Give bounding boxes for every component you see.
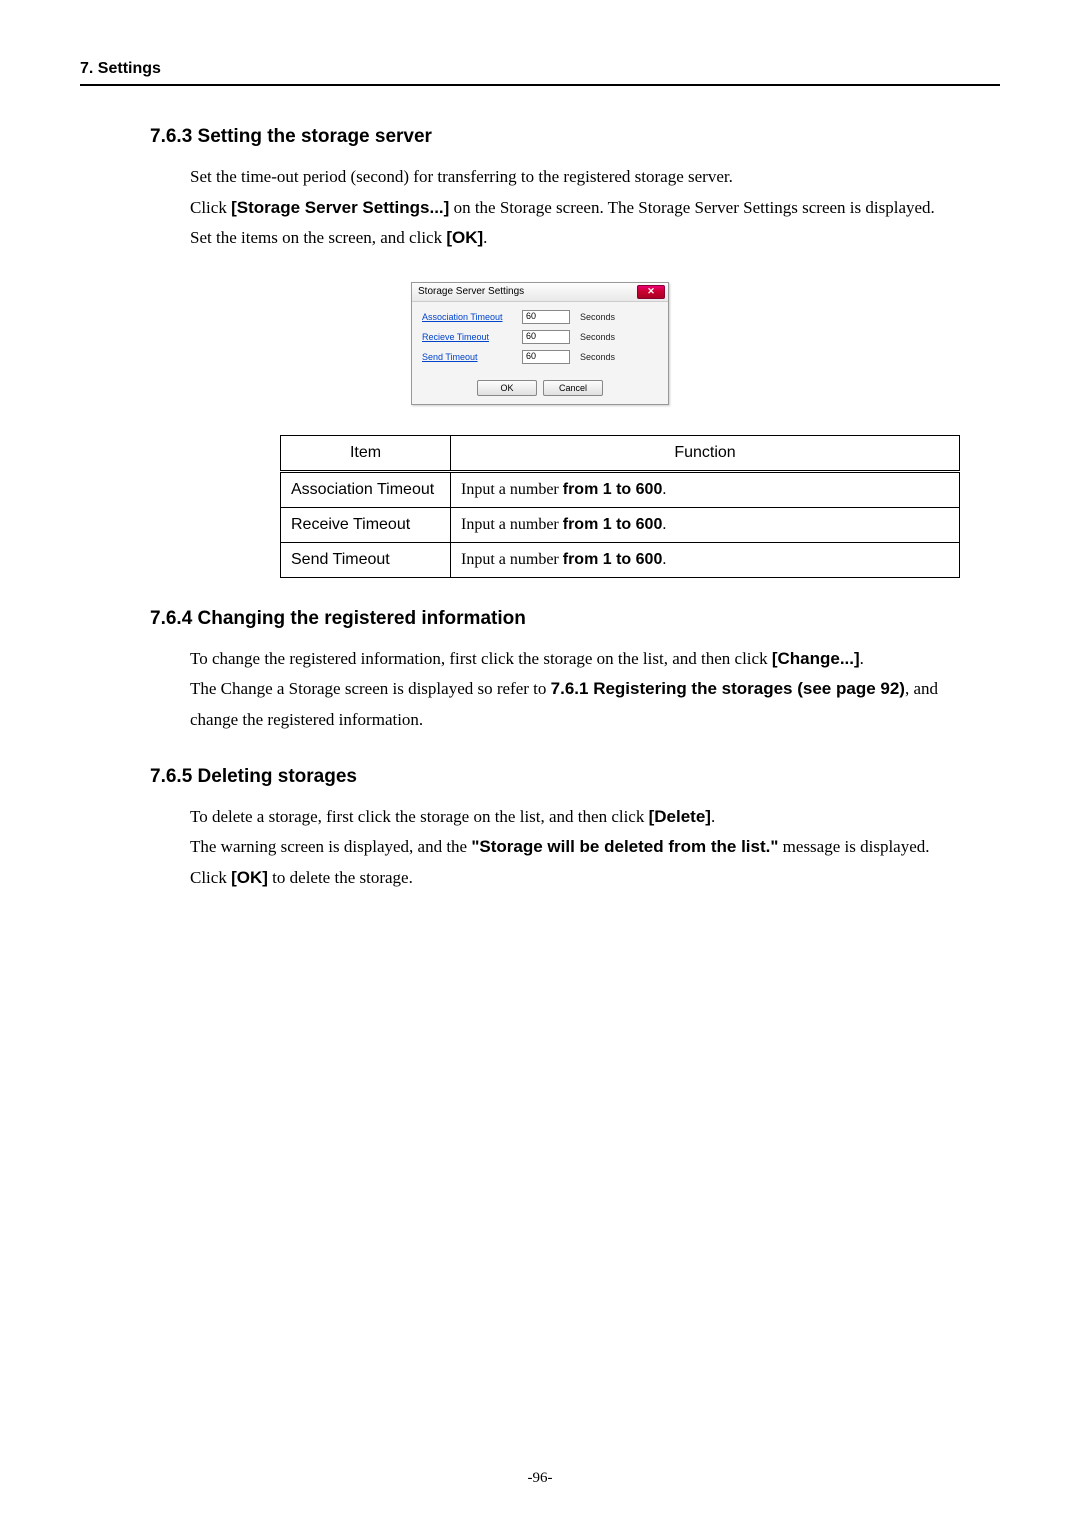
- dialog-button-row: OK Cancel: [412, 376, 668, 404]
- col-item: Item: [281, 435, 451, 471]
- table-row: Association Timeout Input a number from …: [281, 471, 960, 507]
- col-function: Function: [451, 435, 960, 471]
- unit-label: Seconds: [580, 352, 615, 362]
- heading-763: 7.6.3 Setting the storage server: [150, 126, 1000, 148]
- text: .: [860, 649, 864, 668]
- paragraph: Set the time-out period (second) for tra…: [190, 162, 960, 193]
- paragraph: Set the items on the screen, and click […: [190, 223, 960, 254]
- paragraph: The Change a Storage screen is displayed…: [190, 674, 960, 735]
- range: from 1 to 600: [563, 516, 663, 533]
- dialog-screenshot: Storage Server Settings ✕ Association Ti…: [80, 282, 1000, 405]
- assoc-timeout-label: Association Timeout: [422, 312, 522, 322]
- text: The Change a Storage screen is displayed…: [190, 679, 551, 698]
- ui-ref-ok: [OK]: [446, 228, 483, 247]
- settings-table: Item Function Association Timeout Input …: [280, 435, 960, 578]
- page-header: 7. Settings: [80, 60, 1000, 86]
- table-row: Receive Timeout Input a number from 1 to…: [281, 507, 960, 542]
- text: Input a number: [461, 481, 563, 498]
- page-number: -96-: [0, 1470, 1080, 1487]
- cell-function: Input a number from 1 to 600.: [451, 542, 960, 577]
- heading-765: 7.6.5 Deleting storages: [150, 766, 1000, 788]
- assoc-timeout-input[interactable]: 60: [522, 310, 570, 324]
- heading-764: 7.6.4 Changing the registered informatio…: [150, 608, 1000, 630]
- storage-server-settings-dialog: Storage Server Settings ✕ Association Ti…: [411, 282, 669, 405]
- table-header-row: Item Function: [281, 435, 960, 471]
- paragraph: To change the registered information, fi…: [190, 644, 960, 675]
- ok-button[interactable]: OK: [477, 380, 537, 396]
- text: .: [662, 551, 666, 568]
- text: Click: [190, 198, 231, 217]
- cell-function: Input a number from 1 to 600.: [451, 471, 960, 507]
- receive-timeout-label: Recieve Timeout: [422, 332, 522, 342]
- text: The warning screen is displayed, and the: [190, 837, 471, 856]
- text: Input a number: [461, 516, 563, 533]
- paragraph: Click [Storage Server Settings...] on th…: [190, 193, 960, 224]
- text: To change the registered information, fi…: [190, 649, 772, 668]
- dialog-row: Send Timeout 60 Seconds: [422, 350, 658, 364]
- cross-ref-761: 7.6.1 Registering the storages (see page…: [551, 679, 905, 698]
- text: on the Storage screen. The Storage Serve…: [449, 198, 934, 217]
- text: message is displayed.: [778, 837, 929, 856]
- dialog-row: Recieve Timeout 60 Seconds: [422, 330, 658, 344]
- unit-label: Seconds: [580, 332, 615, 342]
- text: .: [662, 516, 666, 533]
- dialog-titlebar: Storage Server Settings ✕: [412, 283, 668, 302]
- ui-ref-storage-server-settings: [Storage Server Settings...]: [231, 198, 449, 217]
- text: Set the items on the screen, and click: [190, 228, 446, 247]
- text: Set the time-out period (second) for tra…: [190, 167, 733, 186]
- cell-item: Send Timeout: [281, 542, 451, 577]
- header-title: 7. Settings: [80, 60, 161, 77]
- dialog-body: Association Timeout 60 Seconds Recieve T…: [412, 302, 668, 376]
- text: Click: [190, 868, 231, 887]
- ui-ref-delete: [Delete]: [649, 807, 711, 826]
- close-icon[interactable]: ✕: [637, 285, 665, 299]
- cancel-button[interactable]: Cancel: [543, 380, 603, 396]
- receive-timeout-input[interactable]: 60: [522, 330, 570, 344]
- range: from 1 to 600: [563, 481, 663, 498]
- unit-label: Seconds: [580, 312, 615, 322]
- text: Input a number: [461, 551, 563, 568]
- dialog-row: Association Timeout 60 Seconds: [422, 310, 658, 324]
- warning-message: "Storage will be deleted from the list.": [471, 837, 778, 856]
- ui-ref-ok: [OK]: [231, 868, 268, 887]
- cell-item: Receive Timeout: [281, 507, 451, 542]
- text: .: [711, 807, 715, 826]
- dialog-title-text: Storage Server Settings: [418, 286, 524, 297]
- cell-item: Association Timeout: [281, 471, 451, 507]
- table-row: Send Timeout Input a number from 1 to 60…: [281, 542, 960, 577]
- range: from 1 to 600: [563, 551, 663, 568]
- text: .: [662, 481, 666, 498]
- paragraph: Click [OK] to delete the storage.: [190, 863, 960, 894]
- send-timeout-input[interactable]: 60: [522, 350, 570, 364]
- cell-function: Input a number from 1 to 600.: [451, 507, 960, 542]
- text: to delete the storage.: [268, 868, 413, 887]
- text: To delete a storage, first click the sto…: [190, 807, 649, 826]
- ui-ref-change: [Change...]: [772, 649, 860, 668]
- send-timeout-label: Send Timeout: [422, 352, 522, 362]
- paragraph: The warning screen is displayed, and the…: [190, 832, 960, 863]
- text: .: [483, 228, 487, 247]
- paragraph: To delete a storage, first click the sto…: [190, 802, 960, 833]
